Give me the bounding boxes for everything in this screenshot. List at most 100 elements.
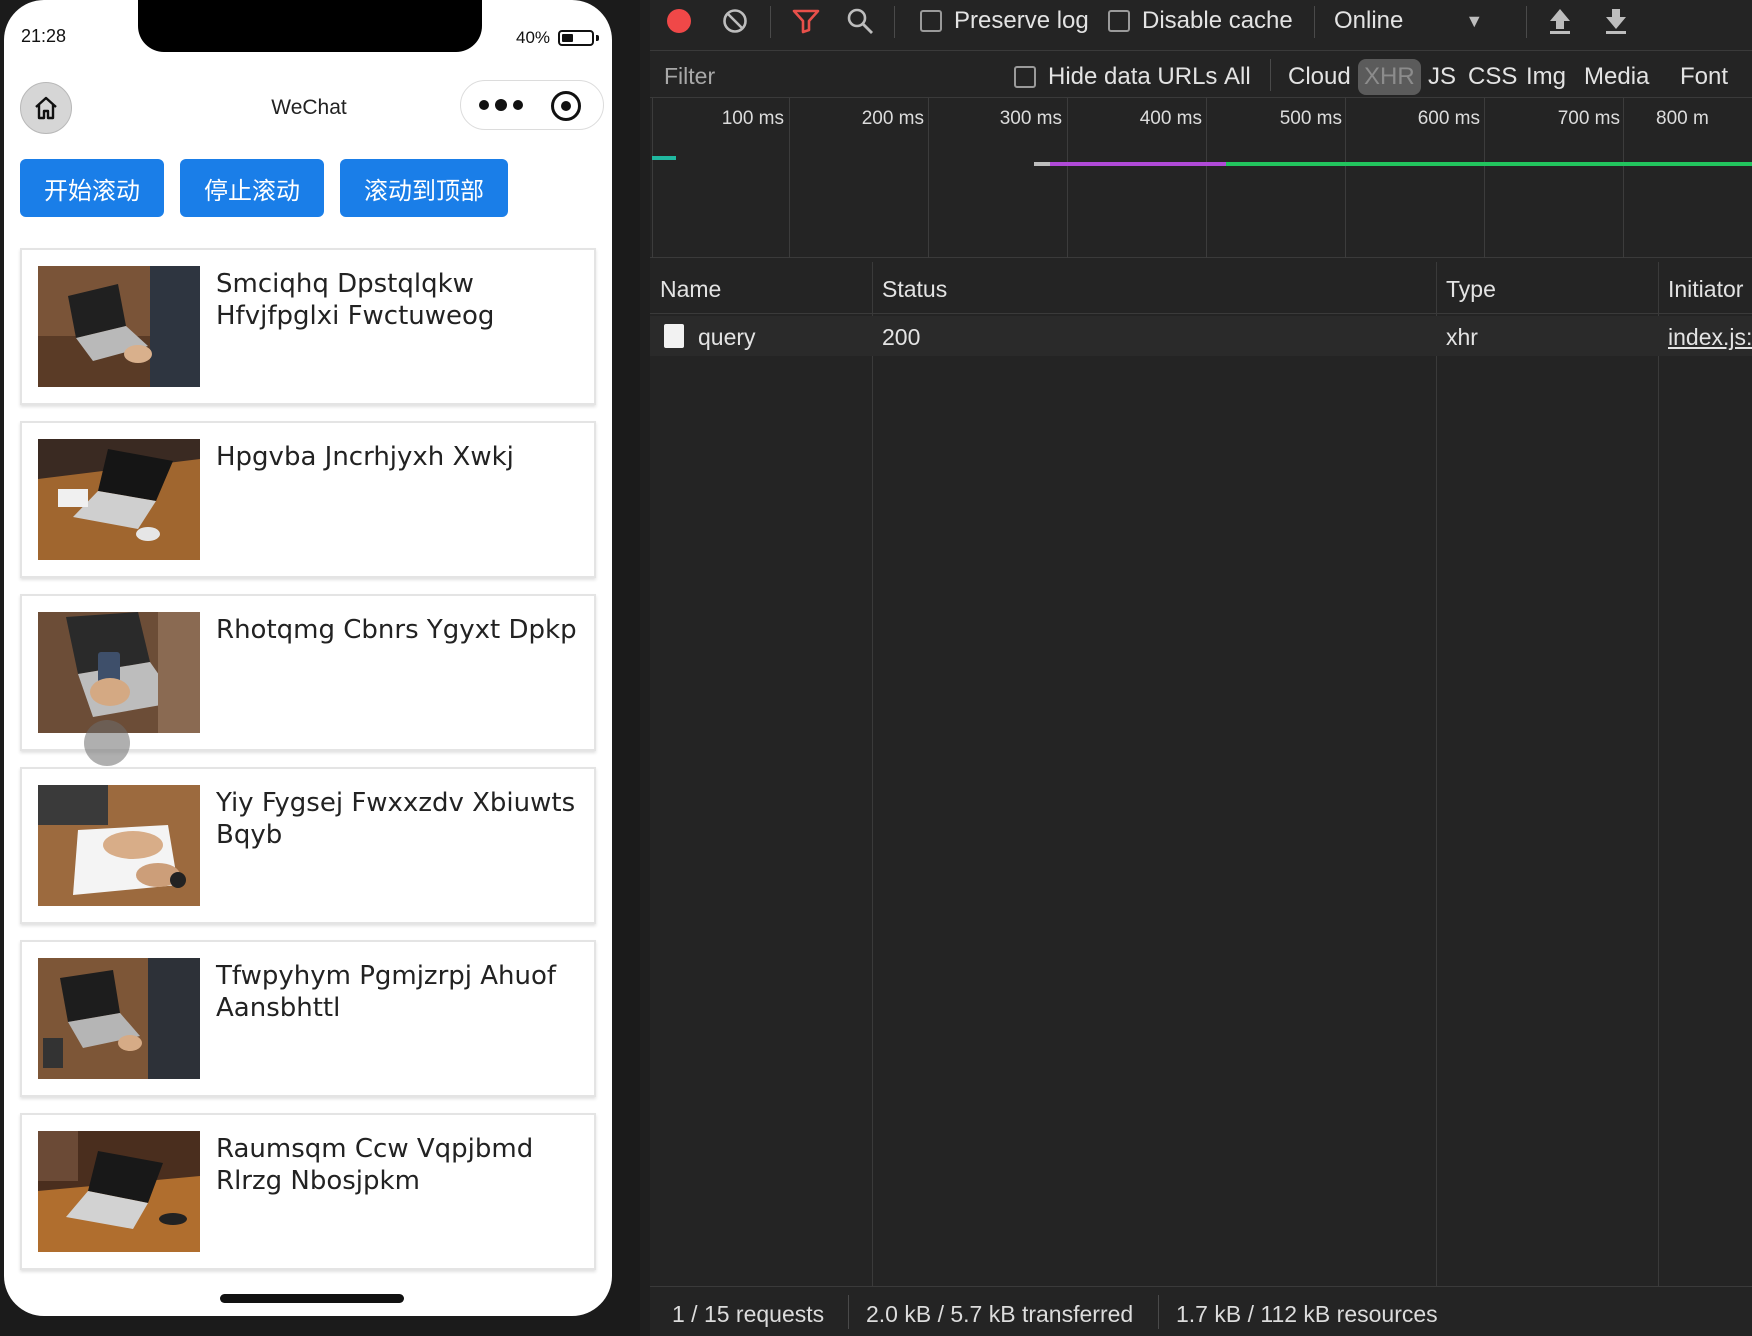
card-image xyxy=(38,439,200,560)
list-item[interactable]: Smciqhq Dpstqlqkw Hfvjfpglxi Fwctuweog xyxy=(20,248,596,405)
type-filter-css[interactable]: CSS xyxy=(1462,59,1523,95)
control-buttons: 开始滚动 停止滚动 滚动到顶部 xyxy=(20,159,508,217)
column-header-initiator[interactable]: Initiator xyxy=(1668,276,1743,303)
status-time: 21:28 xyxy=(21,26,67,46)
card-list: Smciqhq Dpstqlqkw Hfvjfpglxi Fwctuweog H… xyxy=(20,248,596,1286)
card-title: Hpgvba Jncrhjyxh Xwkj xyxy=(216,442,514,472)
checkbox-icon xyxy=(1014,66,1036,88)
request-status: 200 xyxy=(882,324,921,350)
hide-data-urls-label: Hide data URLs xyxy=(1048,63,1218,90)
type-filter-media[interactable]: Media xyxy=(1578,59,1655,95)
column-header-name[interactable]: Name xyxy=(660,276,721,303)
export-har-button[interactable] xyxy=(1604,4,1628,38)
timeline-tick-label: 100 ms xyxy=(721,108,784,129)
home-indicator xyxy=(220,1294,404,1303)
network-toolbar: Preserve log Disable cache Online ▼ xyxy=(650,0,1752,44)
touch-indicator xyxy=(84,720,130,766)
timeline-tick-label: 300 ms xyxy=(999,108,1062,129)
summary-bar: 1 / 15 requests 2.0 kB / 5.7 kB transfer… xyxy=(650,1286,1752,1336)
card-image xyxy=(38,612,200,733)
chevron-down-icon: ▼ xyxy=(1465,10,1484,31)
type-filter-xhr[interactable]: XHR xyxy=(1358,59,1421,95)
filter-toggle-button[interactable] xyxy=(792,4,820,38)
card-image xyxy=(38,785,200,906)
card-title: Yiy Fygsej Fwxxzdv Xbiuwts Bqyb xyxy=(216,788,576,850)
type-filter-cloud[interactable]: Cloud xyxy=(1282,59,1357,95)
timeline-tick-label: 500 ms xyxy=(1279,108,1342,129)
battery-percent: 40% xyxy=(516,28,551,47)
download-icon xyxy=(1606,9,1626,34)
list-item[interactable]: Tfwpyhym Pgmjzrpj Ahuof Aansbhttl xyxy=(20,940,596,1097)
throttling-select[interactable]: Online ▼ xyxy=(1334,4,1483,38)
card-title: Raumsqm Ccw Vqpjbmd Rlrzg Nbosjpkm xyxy=(216,1134,534,1196)
home-button[interactable] xyxy=(20,82,72,134)
disable-cache-checkbox[interactable]: Disable cache xyxy=(1108,4,1293,38)
request-name: query xyxy=(698,324,756,350)
request-count: 1 / 15 requests xyxy=(672,1301,825,1327)
timeline-bar xyxy=(652,156,676,160)
timeline-tick-label: 200 ms xyxy=(861,108,924,129)
search-button[interactable] xyxy=(846,4,874,38)
resources-size: 1.7 kB / 112 kB resources xyxy=(1176,1301,1438,1327)
type-filter-img[interactable]: Img xyxy=(1520,59,1572,95)
battery-fill xyxy=(562,34,573,42)
card-title: Tfwpyhym Pgmjzrpj Ahuof Aansbhttl xyxy=(216,961,557,1023)
clear-button[interactable] xyxy=(722,4,748,38)
list-item[interactable]: Yiy Fygsej Fwxxzdv Xbiuwts Bqyb xyxy=(20,767,596,924)
home-icon xyxy=(35,96,57,120)
timeline-tick-label: 600 ms xyxy=(1417,108,1480,129)
type-filter-font[interactable]: Font xyxy=(1674,59,1734,95)
checkbox-icon xyxy=(920,10,942,32)
list-item[interactable]: Hpgvba Jncrhjyxh Xwkj xyxy=(20,421,596,578)
hide-data-urls-checkbox[interactable]: Hide data URLs xyxy=(1008,59,1223,95)
card-image xyxy=(38,1131,200,1252)
phone-notch xyxy=(138,0,482,52)
request-type: xhr xyxy=(1446,324,1478,350)
card-image xyxy=(38,958,200,1079)
timeline-tick-label: 400 ms xyxy=(1139,108,1202,129)
timeline-tick-label: 700 ms xyxy=(1557,108,1620,129)
scroll-to-top-button[interactable]: 滚动到顶部 xyxy=(340,159,508,217)
network-panel: Preserve log Disable cache Online ▼ Filt… xyxy=(650,0,1752,1336)
network-overview: 100 ms 200 ms 300 ms 400 ms 500 ms 600 m… xyxy=(650,98,1752,258)
request-initiator-link[interactable]: index.js: xyxy=(1668,324,1752,351)
search-icon xyxy=(847,8,873,34)
type-filter-all[interactable]: All xyxy=(1218,59,1257,95)
transferred-size: 2.0 kB / 5.7 kB transferred xyxy=(866,1301,1134,1327)
battery-tip xyxy=(596,35,599,41)
timeline-tick-label: 800 m xyxy=(1656,108,1709,129)
document-icon xyxy=(664,324,684,348)
card-title: Smciqhq Dpstqlqkw Hfvjfpglxi Fwctuweog xyxy=(216,269,495,331)
disable-cache-label: Disable cache xyxy=(1142,7,1293,34)
column-header-status[interactable]: Status xyxy=(882,276,947,303)
menu-capsule xyxy=(460,80,604,130)
timeline-bar xyxy=(1034,162,1050,166)
import-har-button[interactable] xyxy=(1548,4,1572,38)
stop-scroll-button[interactable]: 停止滚动 xyxy=(180,159,324,217)
clear-icon xyxy=(723,9,747,33)
upload-icon xyxy=(1550,9,1570,34)
timeline-bar xyxy=(1050,162,1226,166)
start-scroll-button[interactable]: 开始滚动 xyxy=(20,159,164,217)
phone-simulator: 21:28 40% WeChat 开始滚动 停止滚动 滚动到顶部 Smciqhq… xyxy=(4,0,612,1316)
throttling-value: Online xyxy=(1334,7,1404,34)
timeline-bar xyxy=(1226,162,1752,166)
more-icon[interactable] xyxy=(479,94,523,116)
record-button[interactable] xyxy=(666,4,692,38)
record-icon xyxy=(667,9,691,33)
card-image xyxy=(38,266,200,387)
column-header-type[interactable]: Type xyxy=(1446,276,1496,303)
close-miniprogram-icon[interactable] xyxy=(551,91,581,121)
filter-input[interactable]: Filter xyxy=(664,63,715,90)
card-title: Rhotqmg Cbnrs Ygyxt Dpkp xyxy=(216,615,577,645)
type-filter-js[interactable]: JS xyxy=(1422,59,1462,95)
nav-title: WeChat xyxy=(271,96,347,119)
battery-icon xyxy=(558,30,594,46)
preserve-log-checkbox[interactable]: Preserve log xyxy=(920,4,1089,38)
preserve-log-label: Preserve log xyxy=(954,7,1089,34)
list-item[interactable]: Raumsqm Ccw Vqpjbmd Rlrzg Nbosjpkm xyxy=(20,1113,596,1270)
request-table-header: Name Status Type Initiator xyxy=(650,262,1752,314)
checkbox-icon xyxy=(1108,10,1130,32)
table-row[interactable]: query 200 xhr index.js: xyxy=(650,316,1752,356)
filter-icon xyxy=(792,9,820,34)
